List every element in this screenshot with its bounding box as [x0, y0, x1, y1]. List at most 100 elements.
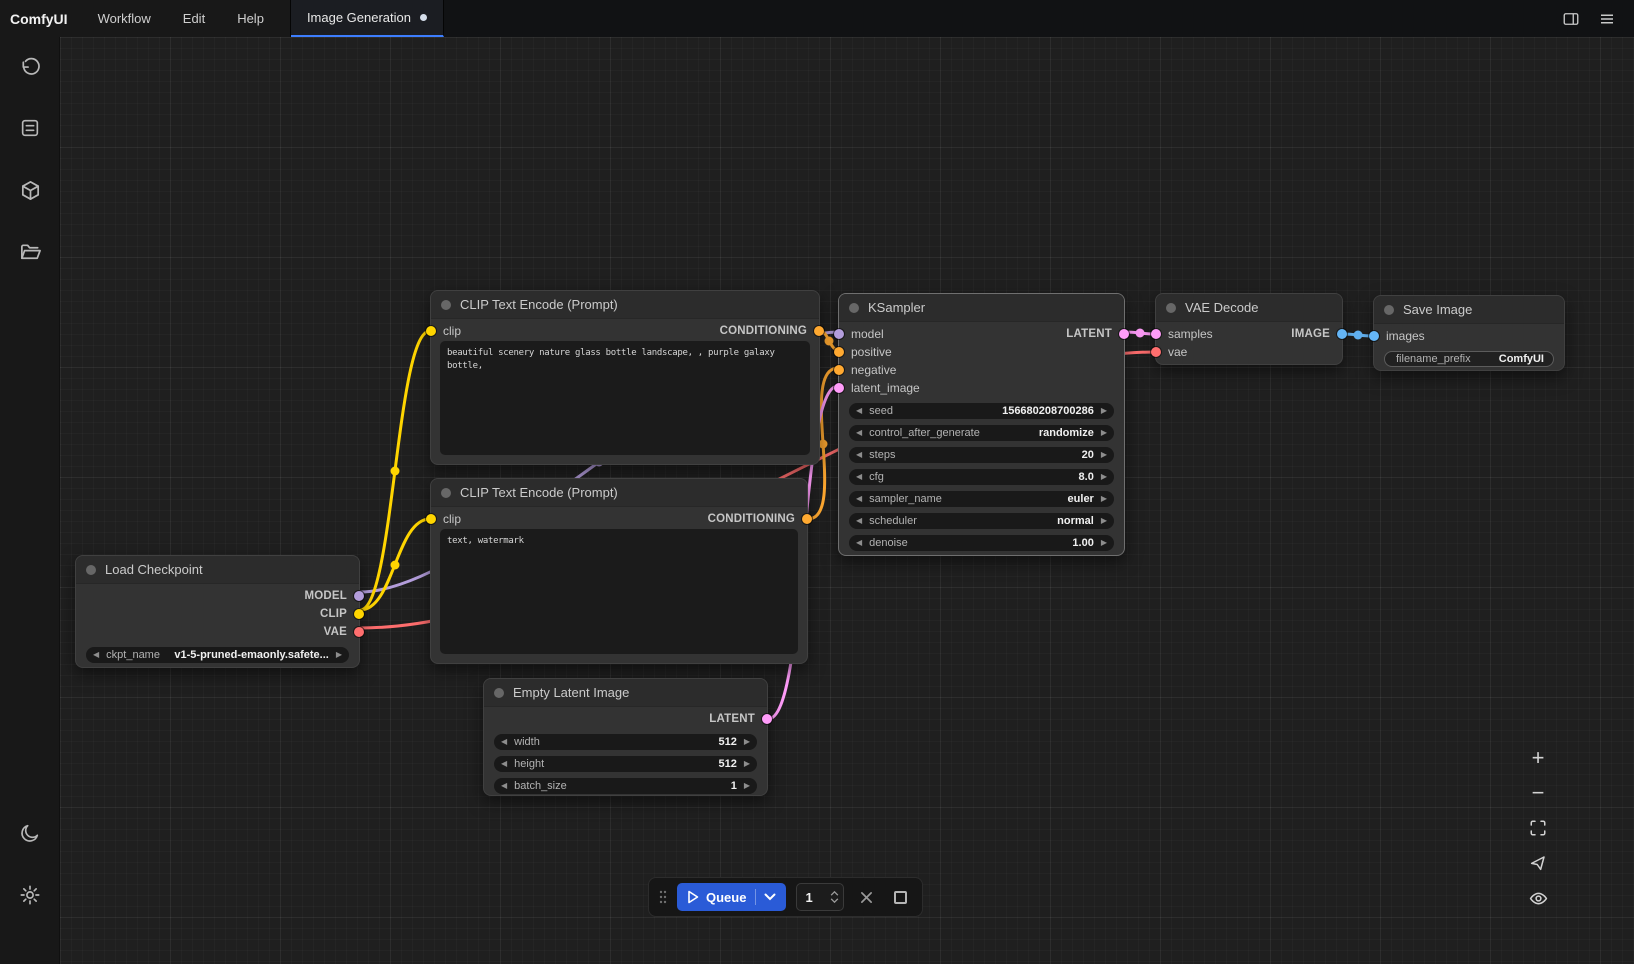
widget-control-after-generate[interactable]: ◀ control_after_generate randomize ▶ [849, 425, 1114, 441]
node-save-image[interactable]: Save Image images filename_prefix ComfyU… [1373, 295, 1565, 371]
select-mode-button[interactable] [1520, 846, 1556, 880]
widget-filename-prefix[interactable]: filename_prefix ComfyUI [1384, 351, 1554, 367]
stepper-down-icon[interactable] [830, 898, 839, 903]
widget-ckpt-name[interactable]: ◀ ckpt_name v1-5-pruned-emaonly.safete..… [86, 647, 349, 663]
collapse-dot[interactable] [86, 565, 96, 575]
widget-denoise[interactable]: ◀ denoise 1.00 ▶ [849, 535, 1114, 551]
increment-icon[interactable]: ▶ [1101, 407, 1107, 415]
decrement-icon[interactable]: ◀ [501, 782, 507, 790]
collapse-dot[interactable] [441, 488, 451, 498]
increment-icon[interactable]: ▶ [1101, 429, 1107, 437]
decrement-icon[interactable]: ◀ [856, 451, 862, 459]
node-clip-text-encode-negative[interactable]: CLIP Text Encode (Prompt) clip CONDITION… [430, 478, 808, 664]
node-header[interactable]: VAE Decode [1156, 294, 1342, 322]
input-port-samples[interactable] [1151, 329, 1161, 339]
widget-width[interactable]: ◀ width 512 ▶ [494, 734, 757, 750]
input-port-model[interactable] [834, 329, 844, 339]
menu-edit[interactable]: Edit [167, 0, 221, 37]
output-port-latent[interactable] [1119, 329, 1129, 339]
decrement-icon[interactable]: ◀ [856, 517, 862, 525]
chevron-down-icon[interactable] [764, 893, 776, 901]
node-ksampler[interactable]: KSampler model LATENT positive negative … [838, 293, 1125, 556]
collapse-dot[interactable] [441, 300, 451, 310]
widget-steps[interactable]: ◀ steps 20 ▶ [849, 447, 1114, 463]
next-value-icon[interactable]: ▶ [336, 651, 342, 659]
increment-icon[interactable]: ▶ [744, 760, 750, 768]
node-header[interactable]: Save Image [1374, 296, 1564, 324]
decrement-icon[interactable]: ◀ [856, 407, 862, 415]
node-header[interactable]: Empty Latent Image [484, 679, 767, 707]
toggle-link-visibility-button[interactable] [1520, 881, 1556, 915]
widget-cfg[interactable]: ◀ cfg 8.0 ▶ [849, 469, 1114, 485]
node-graph-canvas[interactable]: Load Checkpoint MODEL CLIP VAE ◀ ckpt_na… [60, 37, 1634, 964]
increment-icon[interactable]: ▶ [1101, 495, 1107, 503]
input-port-latent-image[interactable] [834, 383, 844, 393]
decrement-icon[interactable]: ◀ [856, 429, 862, 437]
output-port-conditioning[interactable] [802, 514, 812, 524]
sidebar-item-workflows[interactable] [8, 230, 52, 274]
input-port-positive[interactable] [834, 347, 844, 357]
prev-value-icon[interactable]: ◀ [93, 651, 99, 659]
output-port-conditioning[interactable] [814, 326, 824, 336]
widget-seed[interactable]: ◀ seed 156680208700286 ▶ [849, 403, 1114, 419]
node-load-checkpoint[interactable]: Load Checkpoint MODEL CLIP VAE ◀ ckpt_na… [75, 555, 360, 668]
sidebar-item-theme-toggle[interactable] [8, 811, 52, 855]
increment-icon[interactable]: ▶ [744, 782, 750, 790]
decrement-icon[interactable]: ◀ [856, 473, 862, 481]
output-port-clip[interactable] [354, 609, 364, 619]
node-header[interactable]: CLIP Text Encode (Prompt) [431, 479, 807, 507]
node-clip-text-encode-positive[interactable]: CLIP Text Encode (Prompt) clip CONDITION… [430, 290, 820, 465]
collapse-dot[interactable] [494, 688, 504, 698]
tab-image-generation[interactable]: Image Generation [291, 0, 444, 37]
zoom-in-button[interactable]: + [1520, 741, 1556, 775]
fit-view-button[interactable] [1520, 811, 1556, 845]
node-vae-decode[interactable]: VAE Decode samples IMAGE vae [1155, 293, 1343, 365]
node-empty-latent-image[interactable]: Empty Latent Image LATENT ◀ width 512 ▶ … [483, 678, 768, 796]
stepper-up-icon[interactable] [830, 891, 839, 896]
clear-queue-button[interactable] [854, 883, 878, 911]
collapse-dot[interactable] [849, 303, 859, 313]
output-port-latent[interactable] [762, 714, 772, 724]
output-port-image[interactable] [1337, 329, 1347, 339]
menu-workflow[interactable]: Workflow [82, 0, 167, 37]
widget-scheduler[interactable]: ◀ scheduler normal ▶ [849, 513, 1114, 529]
node-header[interactable]: KSampler [839, 294, 1124, 322]
decrement-icon[interactable]: ◀ [501, 738, 507, 746]
drag-handle-icon[interactable] [659, 889, 667, 905]
input-port-clip[interactable] [426, 326, 436, 336]
input-port-negative[interactable] [834, 365, 844, 375]
widget-batch-size[interactable]: ◀ batch_size 1 ▶ [494, 778, 757, 794]
increment-icon[interactable]: ▶ [744, 738, 750, 746]
collapse-dot[interactable] [1384, 305, 1394, 315]
queue-button[interactable]: Queue [677, 883, 786, 911]
sidebar-item-workflow-history[interactable] [8, 46, 52, 90]
widget-sampler-name[interactable]: ◀ sampler_name euler ▶ [849, 491, 1114, 507]
output-port-vae[interactable] [354, 627, 364, 637]
increment-icon[interactable]: ▶ [1101, 517, 1107, 525]
batch-count-stepper[interactable]: 1 [796, 883, 844, 911]
toggle-panel-button[interactable] [1556, 4, 1586, 34]
menu-help[interactable]: Help [221, 0, 280, 37]
stop-button[interactable] [888, 883, 912, 911]
increment-icon[interactable]: ▶ [1101, 539, 1107, 547]
node-header[interactable]: CLIP Text Encode (Prompt) [431, 291, 819, 319]
decrement-icon[interactable]: ◀ [856, 495, 862, 503]
input-port-clip[interactable] [426, 514, 436, 524]
node-header[interactable]: Load Checkpoint [76, 556, 359, 584]
widget-height[interactable]: ◀ height 512 ▶ [494, 756, 757, 772]
collapse-dot[interactable] [1166, 303, 1176, 313]
sidebar-item-model-library[interactable] [8, 168, 52, 212]
main-menu-button[interactable] [1592, 4, 1622, 34]
zoom-out-button[interactable]: − [1520, 776, 1556, 810]
input-port-images[interactable] [1369, 331, 1379, 341]
decrement-icon[interactable]: ◀ [856, 539, 862, 547]
sidebar-item-settings[interactable] [8, 873, 52, 917]
output-port-model[interactable] [354, 591, 364, 601]
input-port-vae[interactable] [1151, 347, 1161, 357]
comfyui-logo[interactable]: ComfyUI [0, 0, 82, 37]
sidebar-item-queue[interactable] [8, 106, 52, 150]
positive-prompt-textarea[interactable]: beautiful scenery nature glass bottle la… [440, 341, 810, 455]
increment-icon[interactable]: ▶ [1101, 473, 1107, 481]
increment-icon[interactable]: ▶ [1101, 451, 1107, 459]
decrement-icon[interactable]: ◀ [501, 760, 507, 768]
